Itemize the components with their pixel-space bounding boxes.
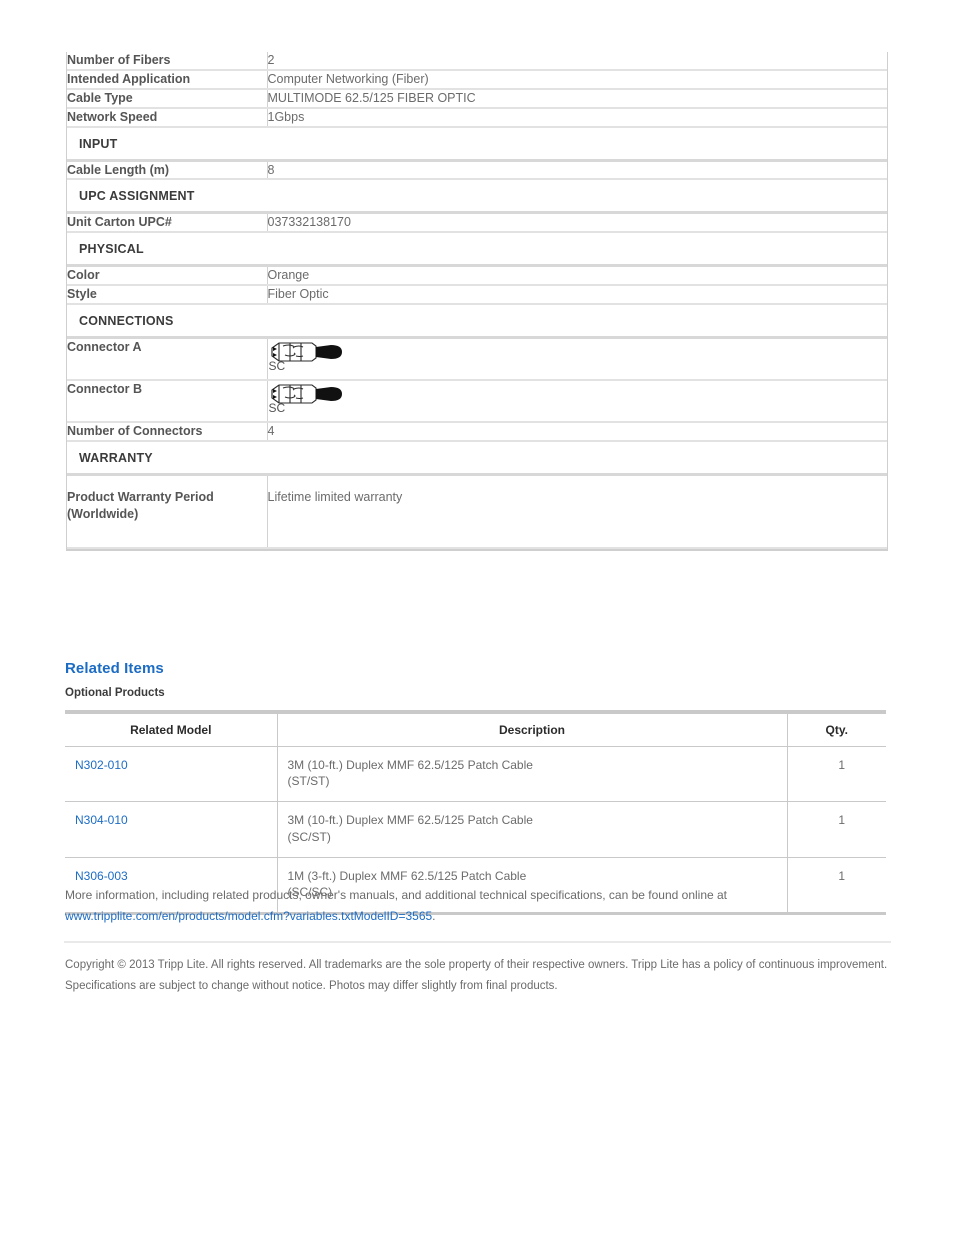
spec-label: Number of Connectors (67, 422, 268, 442)
spec-row: Product Warranty Period (Worldwide) Lifeti… (67, 474, 887, 549)
spec-row: Style Fiber Optic (67, 285, 887, 305)
spec-section-header-row: WARRANTY (67, 440, 887, 476)
related-model-link[interactable]: N306-003 (75, 869, 128, 883)
spec-value: 4 (267, 422, 887, 442)
related-qty-cell: 1 (787, 801, 886, 858)
spec-label: Style (67, 285, 268, 305)
product-datasheet-page: Number of Fibers 2 Intended Application Com… (0, 0, 954, 1235)
column-header-qty: Qty. (787, 714, 886, 747)
related-model-link[interactable]: N302-010 (75, 758, 128, 772)
connector-figure: SC (268, 381, 364, 421)
connector-type-label: SC (268, 359, 286, 373)
spec-value: SC (267, 380, 887, 423)
spec-value: Orange (267, 265, 887, 287)
spec-row: Color Orange (67, 265, 887, 287)
spec-section-header-row: UPC ASSIGNMENT (67, 179, 887, 215)
related-description-cell: 3M (10-ft.) Duplex MMF 62.5/125 Patch Ca… (277, 746, 788, 803)
related-model-cell: N302-010 (65, 746, 278, 803)
spec-row: Cable Length (m) 8 (67, 160, 887, 181)
spec-label: Cable Type (67, 88, 268, 109)
spec-label: Network Speed (67, 107, 268, 128)
spec-value: Lifetime limited warranty (267, 474, 887, 549)
spec-value: SC (267, 337, 887, 381)
spec-row: Intended Application Computer Networking … (67, 69, 887, 90)
spec-label: Color (67, 265, 268, 287)
spec-row: Cable Type MULTIMODE 62.5/125 FIBER OPTIC (67, 88, 887, 109)
spec-label: Connector A (67, 337, 268, 381)
more-information-paragraph: More information, including related prod… (65, 885, 895, 927)
connector-figure: SC (268, 339, 364, 379)
product-page-link[interactable]: www.tripplite.com/en/products/model.cfm?… (65, 909, 432, 923)
spec-row: Unit Carton UPC# 037332138170 (67, 212, 887, 234)
spec-value: 8 (267, 160, 887, 181)
related-description-cell: 3M (10-ft.) Duplex MMF 62.5/125 Patch Ca… (277, 801, 788, 858)
spec-label: Connector B (67, 380, 268, 423)
related-table-header-row: Related Model Description Qty. (65, 714, 886, 747)
spec-section-header-row: PHYSICAL (67, 232, 887, 268)
spec-value: Computer Networking (Fiber) (267, 69, 887, 90)
table-row: N304-010 3M (10-ft.) Duplex MMF 62.5/125 … (65, 801, 886, 858)
spec-row: Network Speed 1Gbps (67, 107, 887, 128)
column-header-description: Description (277, 714, 788, 747)
optional-products-subheading: Optional Products (65, 687, 165, 699)
spec-section-header-row: INPUT (67, 126, 887, 162)
related-qty-cell: 1 (787, 746, 886, 803)
spec-value: 1Gbps (267, 107, 887, 128)
spec-label: Intended Application (67, 69, 268, 90)
spec-label: Number of Fibers (67, 52, 268, 71)
spec-row: Number of Fibers 2 (67, 52, 887, 71)
spec-label: Unit Carton UPC# (67, 212, 268, 234)
footer-divider (64, 941, 891, 943)
column-header-related-model: Related Model (65, 714, 278, 747)
related-items-heading: Related Items (65, 660, 164, 677)
related-model-cell: N304-010 (65, 801, 278, 858)
connector-type-label: SC (268, 401, 286, 415)
spec-section-title: CONNECTIONS (67, 304, 887, 339)
spec-section-title: UPC ASSIGNMENT (67, 179, 887, 215)
related-model-link[interactable]: N304-010 (75, 813, 128, 827)
spec-section-title: WARRANTY (67, 440, 887, 476)
spec-section-title: PHYSICAL (67, 232, 887, 268)
more-information-text: More information, including related prod… (65, 888, 728, 902)
spec-row: Connector B SC (67, 380, 887, 423)
table-row: N302-010 3M (10-ft.) Duplex MMF 62.5/125 … (65, 746, 886, 803)
copyright-text: Copyright © 2013 Tripp Lite. All rights … (65, 959, 888, 993)
url-trailing-period: . (432, 909, 436, 923)
spec-section-header-row: CONNECTIONS (67, 304, 887, 339)
specifications-table: Number of Fibers 2 Intended Application Com… (67, 52, 887, 549)
spec-value: MULTIMODE 62.5/125 FIBER OPTIC (267, 88, 887, 109)
spec-row: Connector A SC (67, 337, 887, 381)
spec-value: Fiber Optic (267, 285, 887, 305)
spec-label: Cable Length (m) (67, 160, 268, 181)
spec-value: 037332138170 (267, 212, 887, 234)
spec-section-title: INPUT (67, 126, 887, 162)
spec-row: Number of Connectors 4 (67, 422, 887, 442)
specifications-table-container: Number of Fibers 2 Intended Application Com… (66, 52, 888, 551)
spec-value: 2 (267, 52, 887, 71)
spec-label: Product Warranty Period (Worldwide) (67, 474, 268, 549)
